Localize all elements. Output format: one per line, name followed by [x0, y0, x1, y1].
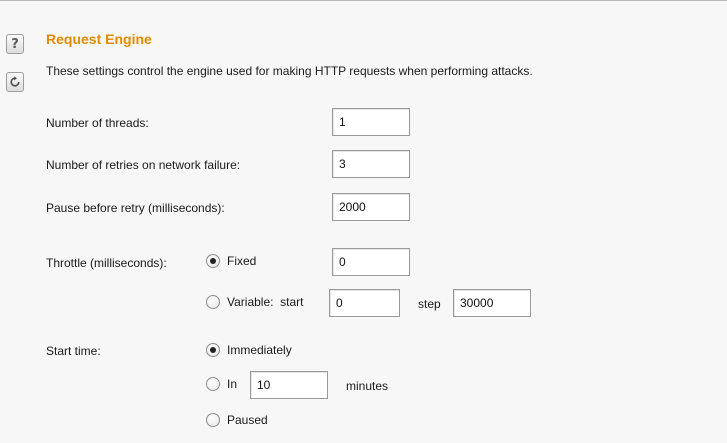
start-paused-radio[interactable]: Paused — [206, 413, 268, 427]
section-title: Request Engine — [46, 31, 152, 47]
radio-dot — [206, 377, 220, 391]
help-button[interactable]: ? — [6, 34, 24, 54]
start-paused-label: Paused — [227, 413, 268, 427]
threads-input[interactable] — [332, 108, 410, 136]
throttle-variable-label: Variable: start — [227, 295, 304, 309]
threads-label: Number of threads: — [46, 116, 149, 130]
retries-input[interactable] — [332, 150, 410, 178]
start-time-label: Start time: — [46, 344, 101, 358]
throttle-fixed-input[interactable] — [332, 248, 410, 276]
retries-label: Number of retries on network failure: — [46, 158, 241, 172]
start-immediately-radio[interactable]: Immediately — [206, 343, 292, 357]
throttle-fixed-radio[interactable]: Fixed — [206, 254, 256, 268]
minutes-label: minutes — [346, 379, 389, 393]
throttle-step-input[interactable] — [453, 289, 531, 317]
question-mark-icon: ? — [11, 36, 19, 52]
radio-dot — [206, 413, 220, 427]
pause-label: Pause before retry (milliseconds): — [46, 201, 225, 215]
radio-dot — [206, 254, 220, 268]
throttle-label: Throttle (milliseconds): — [46, 256, 167, 270]
top-divider — [0, 0, 727, 1]
radio-dot — [206, 295, 220, 309]
throttle-fixed-label: Fixed — [227, 254, 257, 268]
throttle-variable-radio[interactable]: Variable: start — [206, 295, 303, 309]
reset-button[interactable] — [6, 72, 24, 92]
throttle-start-input[interactable] — [329, 289, 400, 317]
section-description: These settings control the engine used f… — [46, 64, 533, 78]
radio-dot — [206, 343, 220, 357]
pause-input[interactable] — [332, 193, 410, 221]
start-immediately-label: Immediately — [227, 343, 292, 357]
throttle-step-label: step — [418, 297, 441, 311]
start-in-minutes-input[interactable] — [250, 371, 328, 399]
refresh-icon — [10, 76, 20, 87]
start-in-label: In — [227, 377, 238, 391]
start-in-radio[interactable]: In — [206, 377, 237, 391]
